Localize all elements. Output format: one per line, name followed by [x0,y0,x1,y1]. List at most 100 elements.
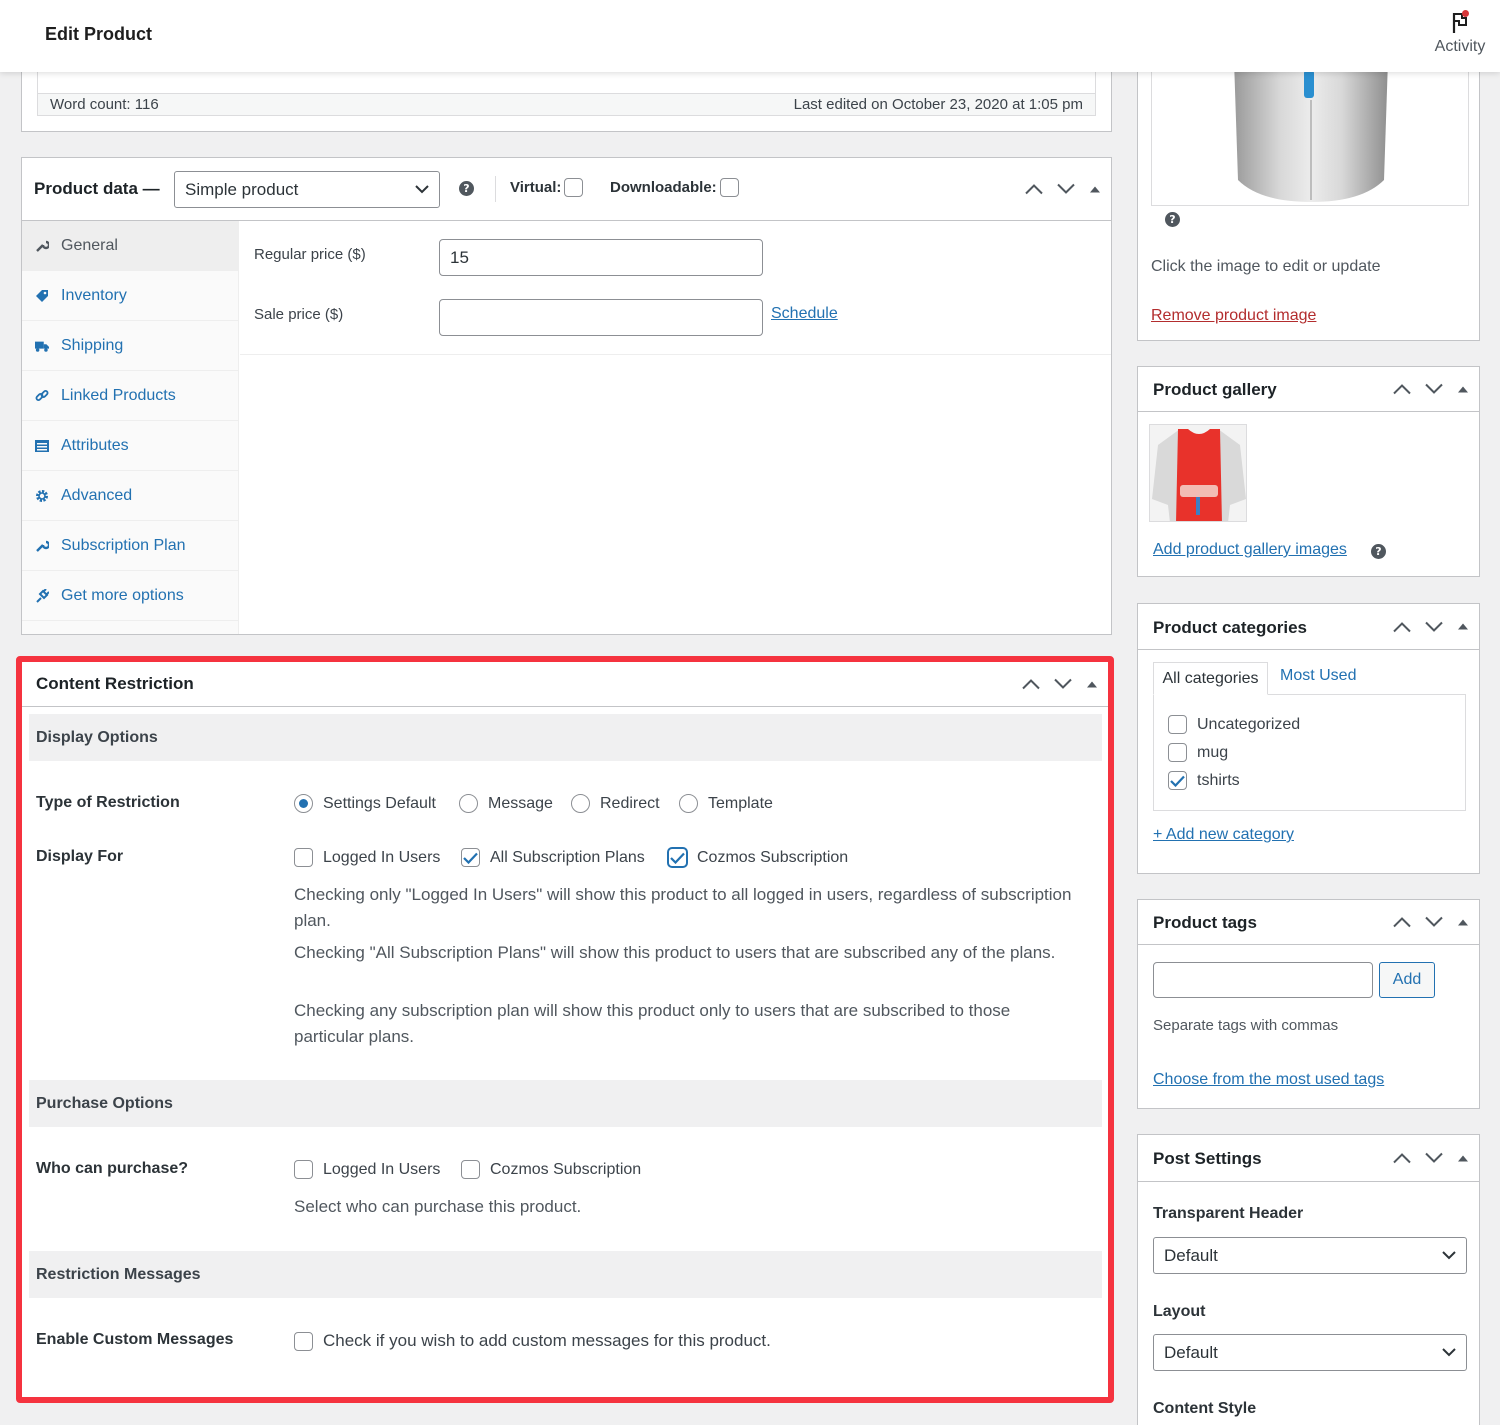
collapse-icon[interactable] [1457,385,1469,393]
wrench-icon [35,539,49,553]
sale-price-input[interactable] [439,299,763,336]
tab-general[interactable]: General [22,221,238,271]
tab-inventory[interactable]: Inventory [22,271,238,321]
collapse-icon[interactable] [1457,918,1469,926]
chevron-down-icon [415,185,429,194]
virtual-label: Virtual: [510,179,562,196]
transparent-header-value: Default [1164,1245,1218,1265]
move-down-icon[interactable] [1425,1152,1443,1164]
move-down-icon[interactable] [1425,916,1443,928]
image-hint: Click the image to edit or update [1151,258,1381,275]
panel-controls [1393,621,1469,632]
move-up-icon[interactable] [1393,917,1411,928]
collapse-icon[interactable] [1457,1154,1469,1162]
editor-status-bar: Word count: 116 Last edited on October 2… [38,93,1095,115]
add-tag-button[interactable]: Add [1379,962,1435,998]
tab-label: All categories [1162,669,1259,687]
product-type-select[interactable]: Simple product [174,171,440,208]
product-categories-title: Product categories [1153,618,1307,637]
regular-price-value: 15 [450,247,469,267]
gear-icon [35,489,49,503]
divider [240,354,1111,355]
tab-linked-products[interactable]: Linked Products [22,371,238,421]
layout-label: Layout [1153,1303,1206,1320]
tshirt-image [1234,60,1388,202]
virtual-checkbox[interactable] [564,178,584,197]
post-settings-header: Post Settings [1138,1135,1479,1182]
add-new-category-link[interactable]: + Add new category [1153,826,1294,844]
layout-select[interactable]: Default [1153,1334,1467,1371]
transparent-header-label: Transparent Header [1153,1205,1304,1222]
downloadable-label: Downloadable: [610,179,717,196]
tab-label: Inventory [61,286,127,304]
category-mug[interactable]: mug [1168,743,1228,762]
tab-label: Get more options [61,586,184,604]
page-title: Edit Product [45,24,152,44]
add-gallery-images-link[interactable]: Add product gallery images [1153,541,1347,559]
chevron-down-icon [1442,1251,1456,1260]
schedule-link[interactable]: Schedule [771,305,838,323]
collapse-icon[interactable] [1457,623,1469,631]
product-gallery-title: Product gallery [1153,380,1277,399]
tab-label: Subscription Plan [61,536,186,554]
collapse-icon[interactable] [1089,185,1101,193]
regular-price-label: Regular price ($) [254,246,366,263]
tab-get-more-options[interactable]: Get more options [22,571,238,621]
tab-advanced[interactable]: Advanced [22,471,238,521]
activity-button[interactable]: Activity [1430,8,1490,56]
remove-product-image-link[interactable]: Remove product image [1151,307,1316,325]
product-data-tabs: General Inventory Shipping Linked Produc… [22,221,239,634]
checkbox[interactable] [1168,743,1187,762]
checkbox[interactable] [1168,771,1187,790]
panel-controls [1393,1152,1469,1164]
tab-label: General [61,236,118,254]
help-icon[interactable]: ? [1165,212,1180,227]
tags-input[interactable] [1153,962,1373,998]
category-uncategorized[interactable]: Uncategorized [1168,715,1300,734]
choose-most-used-tags-link[interactable]: Choose from the most used tags [1153,1071,1384,1089]
regular-price-input[interactable]: 15 [439,239,763,276]
tab-most-used[interactable]: Most Used [1280,667,1356,685]
word-count: Word count: 116 [50,96,159,113]
product-tags-panel: Product tags Add Separate tags with comm… [1137,899,1480,1109]
checkmark-icon [1170,775,1185,787]
move-down-icon[interactable] [1425,621,1443,632]
move-up-icon[interactable] [1393,621,1411,632]
gallery-thumbnail[interactable] [1149,424,1247,522]
move-up-icon[interactable] [1025,184,1043,195]
transparent-header-select[interactable]: Default [1153,1237,1467,1274]
divider [495,176,496,202]
product-tags-header: Product tags [1138,900,1479,945]
category-label: tshirts [1197,771,1240,789]
notification-dot [1462,10,1469,17]
checkbox[interactable] [1168,715,1187,734]
product-image[interactable] [1151,60,1469,206]
tab-all-categories[interactable]: All categories [1153,662,1268,695]
tab-label: Shipping [61,336,124,354]
category-list: Uncategorized mug tshirts [1153,694,1466,811]
top-bar: Edit Product Activity [0,0,1500,72]
product-data-header: Product data — Simple product ? Virtual:… [22,158,1111,221]
help-icon[interactable]: ? [1371,544,1386,559]
product-type-value: Simple product [185,179,299,199]
chevron-down-icon [1442,1348,1456,1357]
downloadable-checkbox[interactable] [719,178,739,197]
move-down-icon[interactable] [1425,383,1443,395]
move-up-icon[interactable] [1393,1153,1411,1164]
tag-icon [35,289,49,303]
layout-value: Default [1164,1342,1218,1362]
move-down-icon[interactable] [1057,183,1075,195]
product-data-title: Product data — [34,179,160,198]
flag-icon [1447,8,1473,36]
tab-subscription-plan[interactable]: Subscription Plan [22,521,238,571]
category-tshirts[interactable]: tshirts [1168,771,1240,790]
move-up-icon[interactable] [1393,384,1411,395]
tab-attributes[interactable]: Attributes [22,421,238,471]
product-image-panel: ? Click the image to edit or update Remo… [1137,60,1480,341]
tab-shipping[interactable]: Shipping [22,321,238,371]
plugin-icon [35,588,49,603]
help-icon[interactable]: ? [459,181,474,196]
list-icon [35,439,49,453]
editor-panel: Word count: 116 Last edited on October 2… [21,72,1112,132]
editor-area[interactable]: Word count: 116 Last edited on October 2… [37,72,1096,116]
